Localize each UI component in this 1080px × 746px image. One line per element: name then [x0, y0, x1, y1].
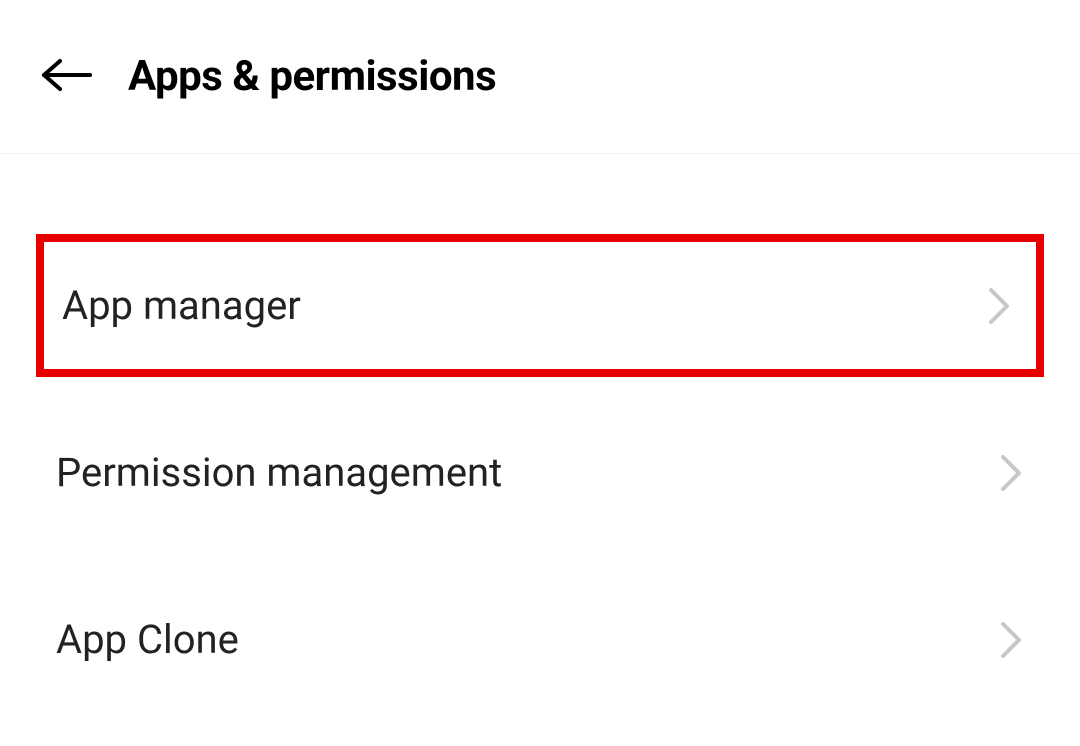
page-header: Apps & permissions — [0, 0, 1080, 154]
list-item-label: App Clone — [56, 616, 239, 663]
spacer — [0, 377, 1080, 401]
list-item-permission-management[interactable]: Permission management — [0, 401, 1080, 544]
spacer — [0, 544, 1080, 568]
chevron-right-icon — [998, 619, 1024, 661]
list-item-label: Permission management — [56, 449, 502, 496]
list-item-app-manager[interactable]: App manager — [36, 234, 1044, 377]
chevron-right-icon — [998, 452, 1024, 494]
page-title: Apps & permissions — [128, 52, 496, 101]
chevron-right-icon — [986, 285, 1012, 327]
list-item-app-clone[interactable]: App Clone — [0, 568, 1080, 711]
list-item-label: App manager — [62, 282, 301, 329]
back-arrow-icon — [40, 57, 94, 97]
settings-list: App manager Permission management App Cl… — [0, 154, 1080, 711]
back-button[interactable] — [40, 59, 94, 95]
